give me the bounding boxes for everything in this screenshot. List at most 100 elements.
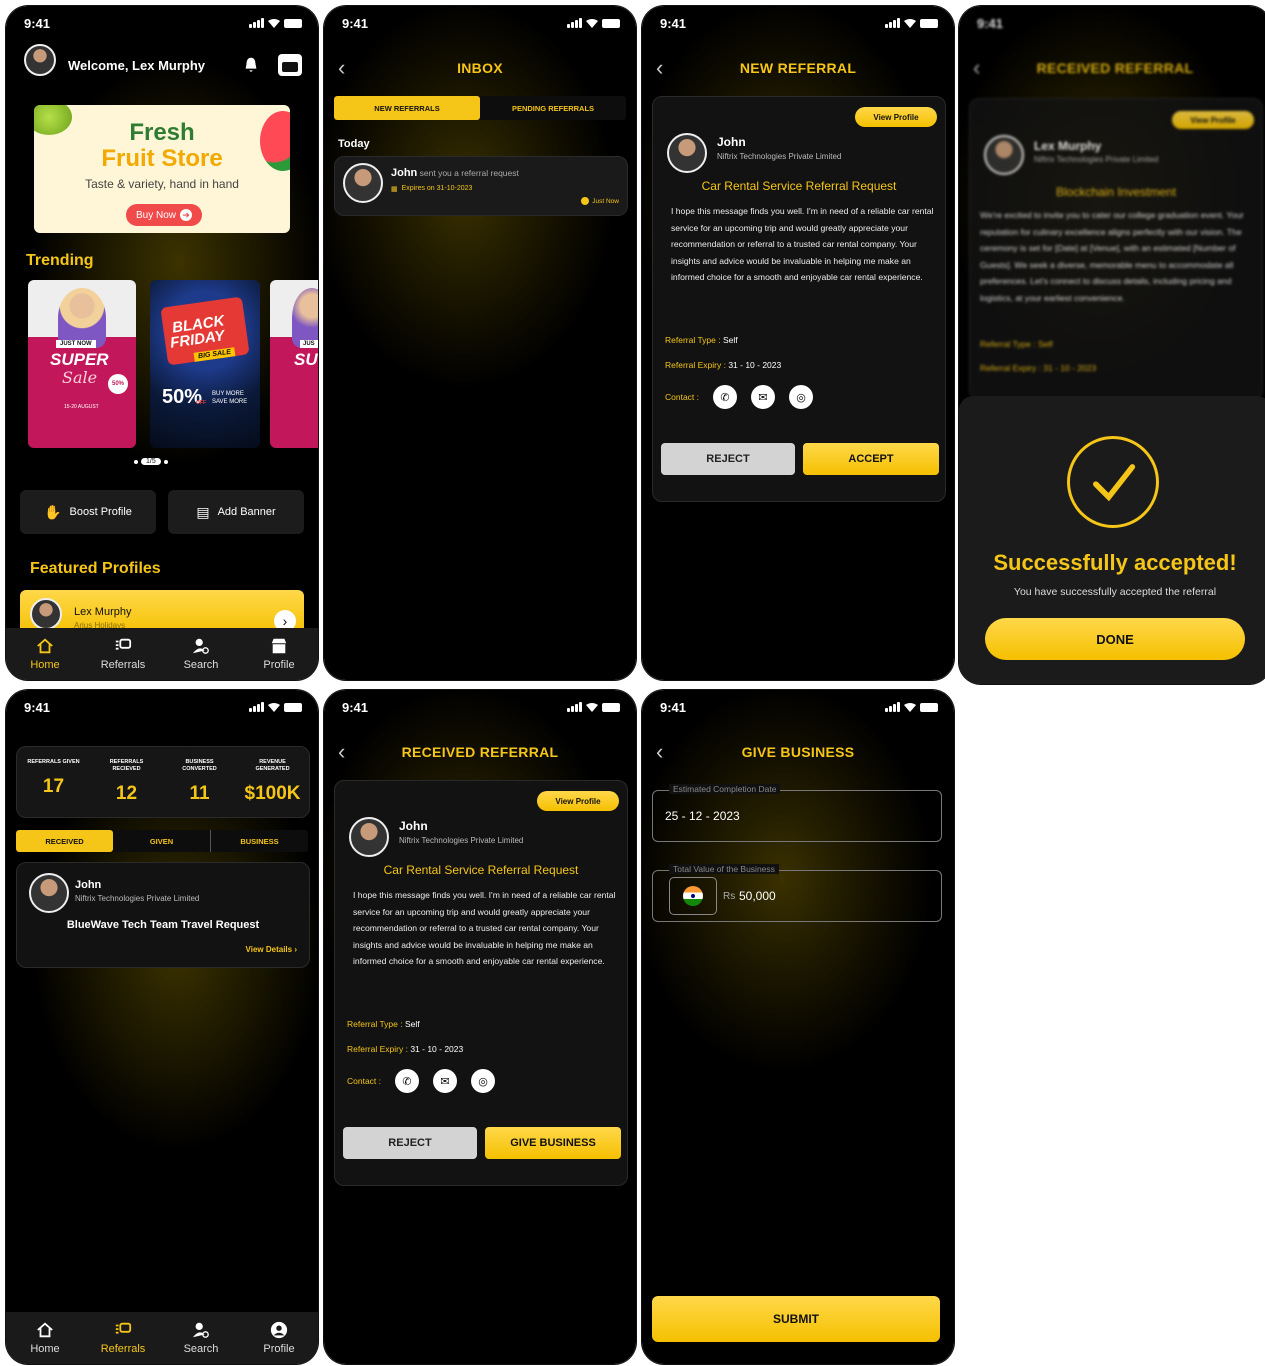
status-icons bbox=[885, 702, 938, 712]
add-banner-button[interactable]: ▤ Add Banner bbox=[168, 490, 304, 534]
nav-referrals[interactable]: Referrals bbox=[84, 1312, 162, 1364]
expiry-text: Expires on 31-10-2023 bbox=[401, 185, 473, 192]
sender-avatar bbox=[29, 873, 69, 913]
view-details-link[interactable]: View Details › bbox=[246, 945, 297, 954]
nav-profile[interactable]: Profile bbox=[240, 1312, 318, 1364]
sender-avatar bbox=[984, 135, 1024, 175]
stat-converted: BUSINESS CONVERTED 11 bbox=[163, 747, 236, 817]
featured-name: Lex Murphy bbox=[74, 606, 132, 618]
referral-expiry: Referral Expiry : 31 - 10 - 2023 bbox=[980, 363, 1097, 373]
header: ‹ RECEIVED REFERRAL bbox=[959, 56, 1265, 84]
nav-profile-label: Profile bbox=[263, 659, 295, 671]
inbox-screen: 9:41 ‹ INBOX NEW REFERRALS PENDING REFER… bbox=[324, 6, 636, 680]
nav-home[interactable]: Home bbox=[6, 1312, 84, 1364]
nav-referrals[interactable]: Referrals bbox=[84, 628, 162, 680]
referral-title: BlueWave Tech Team Travel Request bbox=[66, 919, 260, 931]
reject-button[interactable]: REJECT bbox=[661, 443, 795, 475]
nav-referrals-label: Referrals bbox=[100, 659, 146, 671]
status-icons bbox=[885, 18, 938, 28]
model-image-2 bbox=[292, 288, 318, 348]
sender-name: John bbox=[399, 819, 428, 833]
referrals-icon bbox=[115, 1322, 132, 1334]
tab-business[interactable]: BUSINESS bbox=[211, 830, 308, 852]
wifi-icon bbox=[586, 702, 598, 712]
banner-title-2: Fruit Store bbox=[101, 145, 223, 172]
battery-icon bbox=[602, 18, 620, 28]
bell-icon[interactable] bbox=[242, 56, 260, 74]
nav-search[interactable]: Search bbox=[162, 1312, 240, 1364]
referrals-screen: 9:41 REFERRALS GIVEN 17 REFERRALS RECIEV… bbox=[6, 690, 318, 1364]
referral-list-item[interactable]: John Niftrix Technologies Private Limite… bbox=[16, 862, 310, 968]
status-bar: 9:41 bbox=[324, 700, 636, 718]
referral-expiry-row: Referral Expiry : 31 - 10 - 2023 bbox=[347, 1044, 463, 1054]
submit-button[interactable]: SUBMIT bbox=[652, 1296, 940, 1342]
reject-button[interactable]: REJECT bbox=[343, 1127, 477, 1159]
trending-heading: Trending bbox=[26, 252, 94, 269]
page-title: GIVE BUSINESS bbox=[741, 744, 855, 760]
model-image bbox=[58, 288, 106, 348]
nav-home[interactable]: Home bbox=[6, 628, 84, 680]
nav-profile[interactable]: Profile bbox=[240, 628, 318, 680]
give-business-button[interactable]: GIVE BUSINESS bbox=[485, 1127, 621, 1159]
tab-received[interactable]: RECEIVED bbox=[16, 830, 113, 852]
pager-dot bbox=[163, 459, 168, 464]
promo-card-black-friday[interactable]: BLACK FRIDAY BIG SALE 50% OFF BUY MORE S… bbox=[150, 280, 260, 448]
promo1-big: SUPER bbox=[50, 350, 109, 369]
sender-avatar bbox=[667, 133, 707, 173]
boost-profile-button[interactable]: ✋ Boost Profile bbox=[20, 490, 156, 534]
store-icon[interactable] bbox=[278, 54, 302, 76]
status-bar: 9:41 bbox=[324, 16, 636, 34]
done-button[interactable]: DONE bbox=[985, 618, 1245, 660]
promo-card-super-sale[interactable]: JUST NOW SUPER Sale 50% 15-20 AUGUST bbox=[28, 280, 136, 448]
stat-received: REFERRALS RECIEVED 12 bbox=[90, 747, 163, 817]
battery-icon bbox=[284, 702, 302, 712]
promo2-off: OFF bbox=[196, 400, 206, 406]
bottom-nav: Home Referrals Search Profile bbox=[6, 628, 318, 680]
nav-profile-label: Profile bbox=[263, 1343, 295, 1355]
promo1-pct: 50% bbox=[108, 374, 128, 394]
referral-type-value: Self bbox=[404, 1019, 420, 1029]
tab-given[interactable]: GIVEN bbox=[113, 830, 211, 852]
status-time: 9:41 bbox=[24, 700, 51, 715]
pager-dot bbox=[134, 459, 138, 464]
promo-card-partial[interactable]: JUS SU bbox=[270, 280, 318, 448]
email-icon[interactable]: ✉ bbox=[751, 385, 776, 409]
nav-search[interactable]: Search bbox=[162, 628, 240, 680]
buy-now-button[interactable]: Buy Now ➜ bbox=[126, 204, 202, 226]
sender-company: Niftrix Technologies Private Limited bbox=[1034, 155, 1159, 164]
whatsapp-icon[interactable]: ◎ bbox=[789, 385, 814, 409]
sender-company: Niftrix Technologies Private Limited bbox=[75, 894, 200, 903]
promo3-big: SU bbox=[294, 350, 318, 369]
currency-selector[interactable] bbox=[669, 877, 717, 915]
sender-name: John bbox=[391, 167, 418, 179]
completion-date-field[interactable]: Estimated Completion Date 25 - 12 - 2023 bbox=[652, 784, 942, 842]
accept-button[interactable]: ACCEPT bbox=[803, 443, 939, 475]
status-time: 9:41 bbox=[342, 16, 369, 31]
referral-type-row: Referral Type : Self bbox=[347, 1019, 420, 1029]
today-label: Today bbox=[338, 138, 370, 150]
view-profile-button[interactable]: View Profile bbox=[537, 791, 619, 811]
wifi-icon bbox=[904, 18, 916, 28]
inbox-item[interactable]: John sent you a referral request ▦ Expir… bbox=[334, 156, 628, 216]
referral-body: I hope this message finds you well. I'm … bbox=[671, 206, 934, 282]
view-profile-button: View Profile bbox=[1172, 111, 1254, 129]
tab-pending-referrals[interactable]: PENDING REFERRALS bbox=[480, 96, 626, 120]
wifi-icon bbox=[268, 702, 280, 712]
user-avatar[interactable] bbox=[24, 44, 56, 76]
referral-type-value: Self bbox=[722, 335, 738, 345]
fruit-banner[interactable]: Fresh Fruit Store Taste & variety, hand … bbox=[34, 105, 290, 233]
nav-referrals-label: Referrals bbox=[100, 1343, 146, 1355]
tab-new-referrals[interactable]: NEW REFERRALS bbox=[334, 96, 480, 120]
phone-icon[interactable]: ✆ bbox=[395, 1069, 420, 1093]
carousel-pager[interactable]: 1/5 bbox=[134, 458, 168, 465]
stats-card: REFERRALS GIVEN 17 REFERRALS RECIEVED 12… bbox=[16, 746, 310, 818]
email-icon[interactable]: ✉ bbox=[433, 1069, 458, 1093]
check-circle-icon bbox=[1067, 436, 1159, 528]
whatsapp-icon[interactable]: ◎ bbox=[471, 1069, 496, 1093]
business-value-field[interactable]: Total Value of the Business Rs 50,000 bbox=[652, 864, 942, 922]
stat-received-label: REFERRALS RECIEVED bbox=[109, 759, 144, 772]
phone-icon[interactable]: ✆ bbox=[713, 385, 738, 409]
sender-avatar bbox=[349, 817, 389, 857]
view-profile-button[interactable]: View Profile bbox=[855, 107, 937, 127]
referral-subject: Car Rental Service Referral Request bbox=[383, 863, 579, 877]
